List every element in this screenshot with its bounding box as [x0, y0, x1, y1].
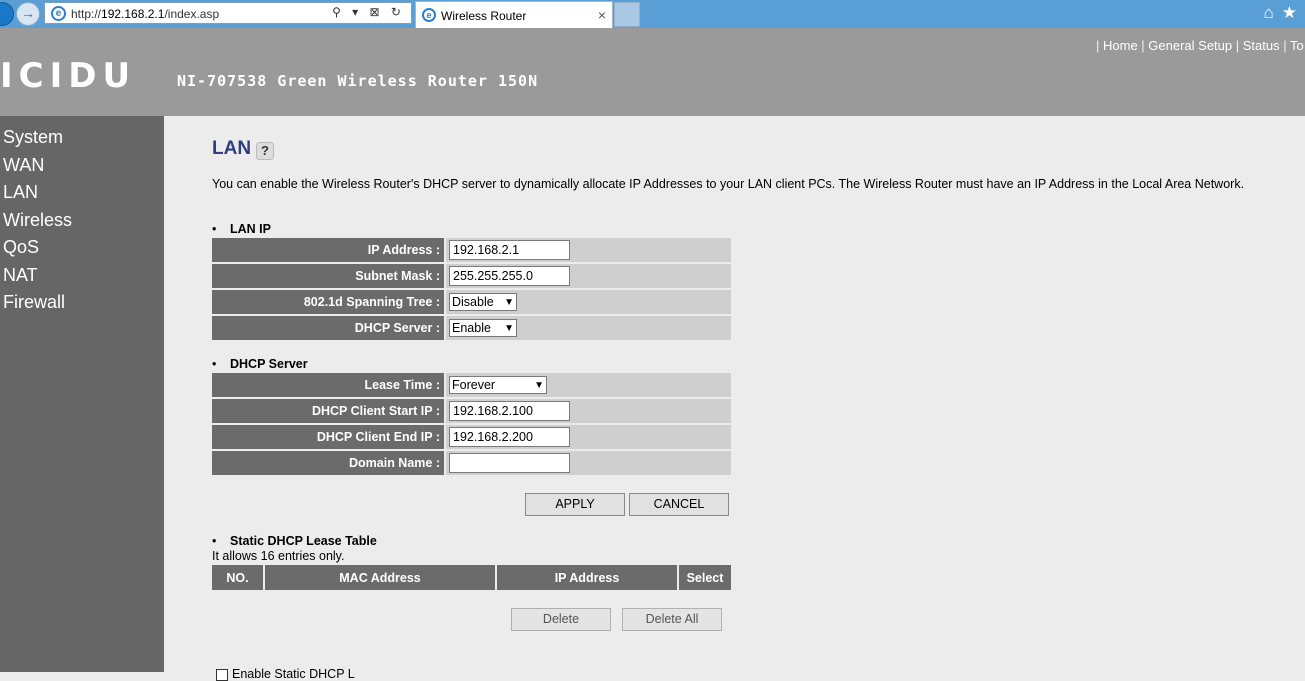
col-no: NO.	[212, 565, 265, 590]
sidebar-item-firewall[interactable]: Firewall	[0, 289, 164, 317]
dhcp-server-table: Lease Time : Forever ▼ DHCP Client Start …	[212, 371, 731, 477]
tab-wireless-router[interactable]: e Wireless Router ×	[415, 1, 613, 28]
enable-static-dhcp-label: Enable Static DHCP L	[232, 667, 355, 681]
spanning-tree-label: 802.1d Spanning Tree :	[212, 290, 446, 314]
back-button[interactable]	[0, 2, 14, 26]
ip-address-row: IP Address :	[212, 238, 731, 262]
col-select: Select	[678, 565, 731, 590]
static-dhcp-heading-text: Static DHCP Lease Table	[230, 534, 377, 548]
tab-ie-icon: e	[422, 8, 436, 22]
delete-all-button[interactable]: Delete All	[622, 608, 722, 631]
delete-button[interactable]: Delete	[511, 608, 611, 631]
top-link-home[interactable]: Home	[1103, 38, 1138, 53]
end-ip-label: DHCP Client End IP :	[212, 425, 446, 449]
start-ip-row: DHCP Client Start IP :	[212, 399, 731, 423]
forward-arrow-icon: →	[21, 5, 35, 21]
ip-address-input[interactable]	[449, 240, 570, 260]
url-host: 192.168.2.1	[101, 7, 165, 21]
domain-name-row: Domain Name :	[212, 451, 731, 475]
dhcp-server-select[interactable]: Enable ▼	[449, 319, 517, 337]
lease-time-value: Forever	[452, 378, 496, 392]
top-link-status[interactable]: Status	[1243, 38, 1280, 53]
spanning-tree-value: Disable	[452, 295, 494, 309]
dhcp-server-label: DHCP Server :	[212, 316, 446, 340]
address-url[interactable]: http://192.168.2.1/index.asp	[71, 7, 219, 21]
main-content: LAN ? You can enable the Wireless Router…	[164, 116, 1305, 681]
end-ip-input[interactable]	[449, 427, 570, 447]
sidebar: System WAN LAN Wireless QoS NAT Firewall	[0, 116, 164, 672]
dhcp-server-row: DHCP Server : Enable ▼	[212, 316, 731, 340]
enable-static-dhcp-checkbox[interactable]	[216, 668, 228, 681]
top-nav-links: | Home | General Setup | Status | To	[1096, 38, 1304, 53]
help-icon[interactable]: ?	[256, 142, 274, 160]
col-ip-address: IP Address	[496, 565, 679, 590]
lease-time-select[interactable]: Forever ▼	[449, 376, 547, 394]
model-title: NI-707538 Green Wireless Router 150N	[177, 72, 539, 90]
chevron-down-icon: ▼	[504, 322, 514, 334]
tab-title: Wireless Router	[441, 9, 527, 23]
static-dhcp-note: It allows 16 entries only.	[212, 549, 345, 563]
url-scheme: http://	[71, 7, 102, 21]
page-description: You can enable the Wireless Router's DHC…	[212, 177, 1245, 191]
lease-time-row: Lease Time : Forever ▼	[212, 373, 731, 397]
chevron-down-icon: ▼	[534, 379, 544, 391]
sidebar-item-lan[interactable]: LAN	[0, 179, 164, 207]
browser-toolbar: → e http://192.168.2.1/index.asp ⚲ ▾ ⊠ ↻…	[0, 0, 1305, 28]
lan-ip-heading-text: LAN IP	[230, 222, 271, 236]
apply-button[interactable]: APPLY	[525, 493, 625, 516]
address-bar[interactable]: e http://192.168.2.1/index.asp ⚲ ▾ ⊠ ↻	[44, 2, 412, 24]
end-ip-row: DHCP Client End IP :	[212, 425, 731, 449]
page-title: LAN	[212, 138, 252, 159]
tab-close-icon[interactable]: ×	[598, 7, 606, 23]
sidebar-item-nat[interactable]: NAT	[0, 262, 164, 290]
domain-name-input[interactable]	[449, 453, 570, 473]
lan-ip-table: IP Address : Subnet Mask : 802.1d Spanni…	[212, 236, 731, 342]
browser-right-controls: ⌂★	[1263, 3, 1305, 23]
lan-ip-heading: • LAN IP	[212, 222, 271, 236]
subnet-mask-row: Subnet Mask :	[212, 264, 731, 288]
router-header: ICIDU NI-707538 Green Wireless Router 15…	[0, 28, 1305, 116]
subnet-mask-input[interactable]	[449, 266, 570, 286]
lease-time-label: Lease Time :	[212, 373, 446, 397]
start-ip-input[interactable]	[449, 401, 570, 421]
ip-address-label: IP Address :	[212, 238, 446, 262]
chevron-down-icon: ▼	[504, 296, 514, 308]
forward-button[interactable]: →	[16, 2, 40, 26]
cancel-button[interactable]: CANCEL	[629, 493, 729, 516]
col-mac-address: MAC Address	[264, 565, 497, 590]
dhcp-server-heading: • DHCP Server	[212, 357, 308, 371]
subnet-mask-label: Subnet Mask :	[212, 264, 446, 288]
start-ip-label: DHCP Client Start IP :	[212, 399, 446, 423]
brand-logo: ICIDU	[0, 56, 137, 96]
new-tab-button[interactable]	[614, 2, 640, 27]
dhcp-server-value: Enable	[452, 321, 491, 335]
home-icon[interactable]: ⌂	[1263, 3, 1281, 22]
static-dhcp-table: NO. MAC Address IP Address Select	[212, 565, 731, 590]
favorites-star-icon[interactable]: ★	[1282, 3, 1305, 22]
domain-name-label: Domain Name :	[212, 451, 446, 475]
address-bar-controls-icons[interactable]: ⚲ ▾ ⊠ ↻	[332, 5, 405, 19]
top-link-general-setup[interactable]: General Setup	[1148, 38, 1232, 53]
dhcp-server-heading-text: DHCP Server	[230, 357, 308, 371]
sidebar-item-qos[interactable]: QoS	[0, 234, 164, 262]
sidebar-item-system[interactable]: System	[0, 124, 164, 152]
top-link-tools[interactable]: To	[1290, 38, 1304, 53]
spanning-tree-select[interactable]: Disable ▼	[449, 293, 517, 311]
sidebar-item-wireless[interactable]: Wireless	[0, 207, 164, 235]
ie-icon: e	[51, 6, 66, 21]
url-path: /index.asp	[164, 7, 220, 21]
enable-static-dhcp-line: Enable Static DHCP L	[216, 667, 355, 681]
sidebar-item-wan[interactable]: WAN	[0, 152, 164, 180]
spanning-tree-row: 802.1d Spanning Tree : Disable ▼	[212, 290, 731, 314]
static-dhcp-header-row: NO. MAC Address IP Address Select	[212, 565, 731, 590]
static-dhcp-heading: • Static DHCP Lease Table	[212, 534, 377, 548]
